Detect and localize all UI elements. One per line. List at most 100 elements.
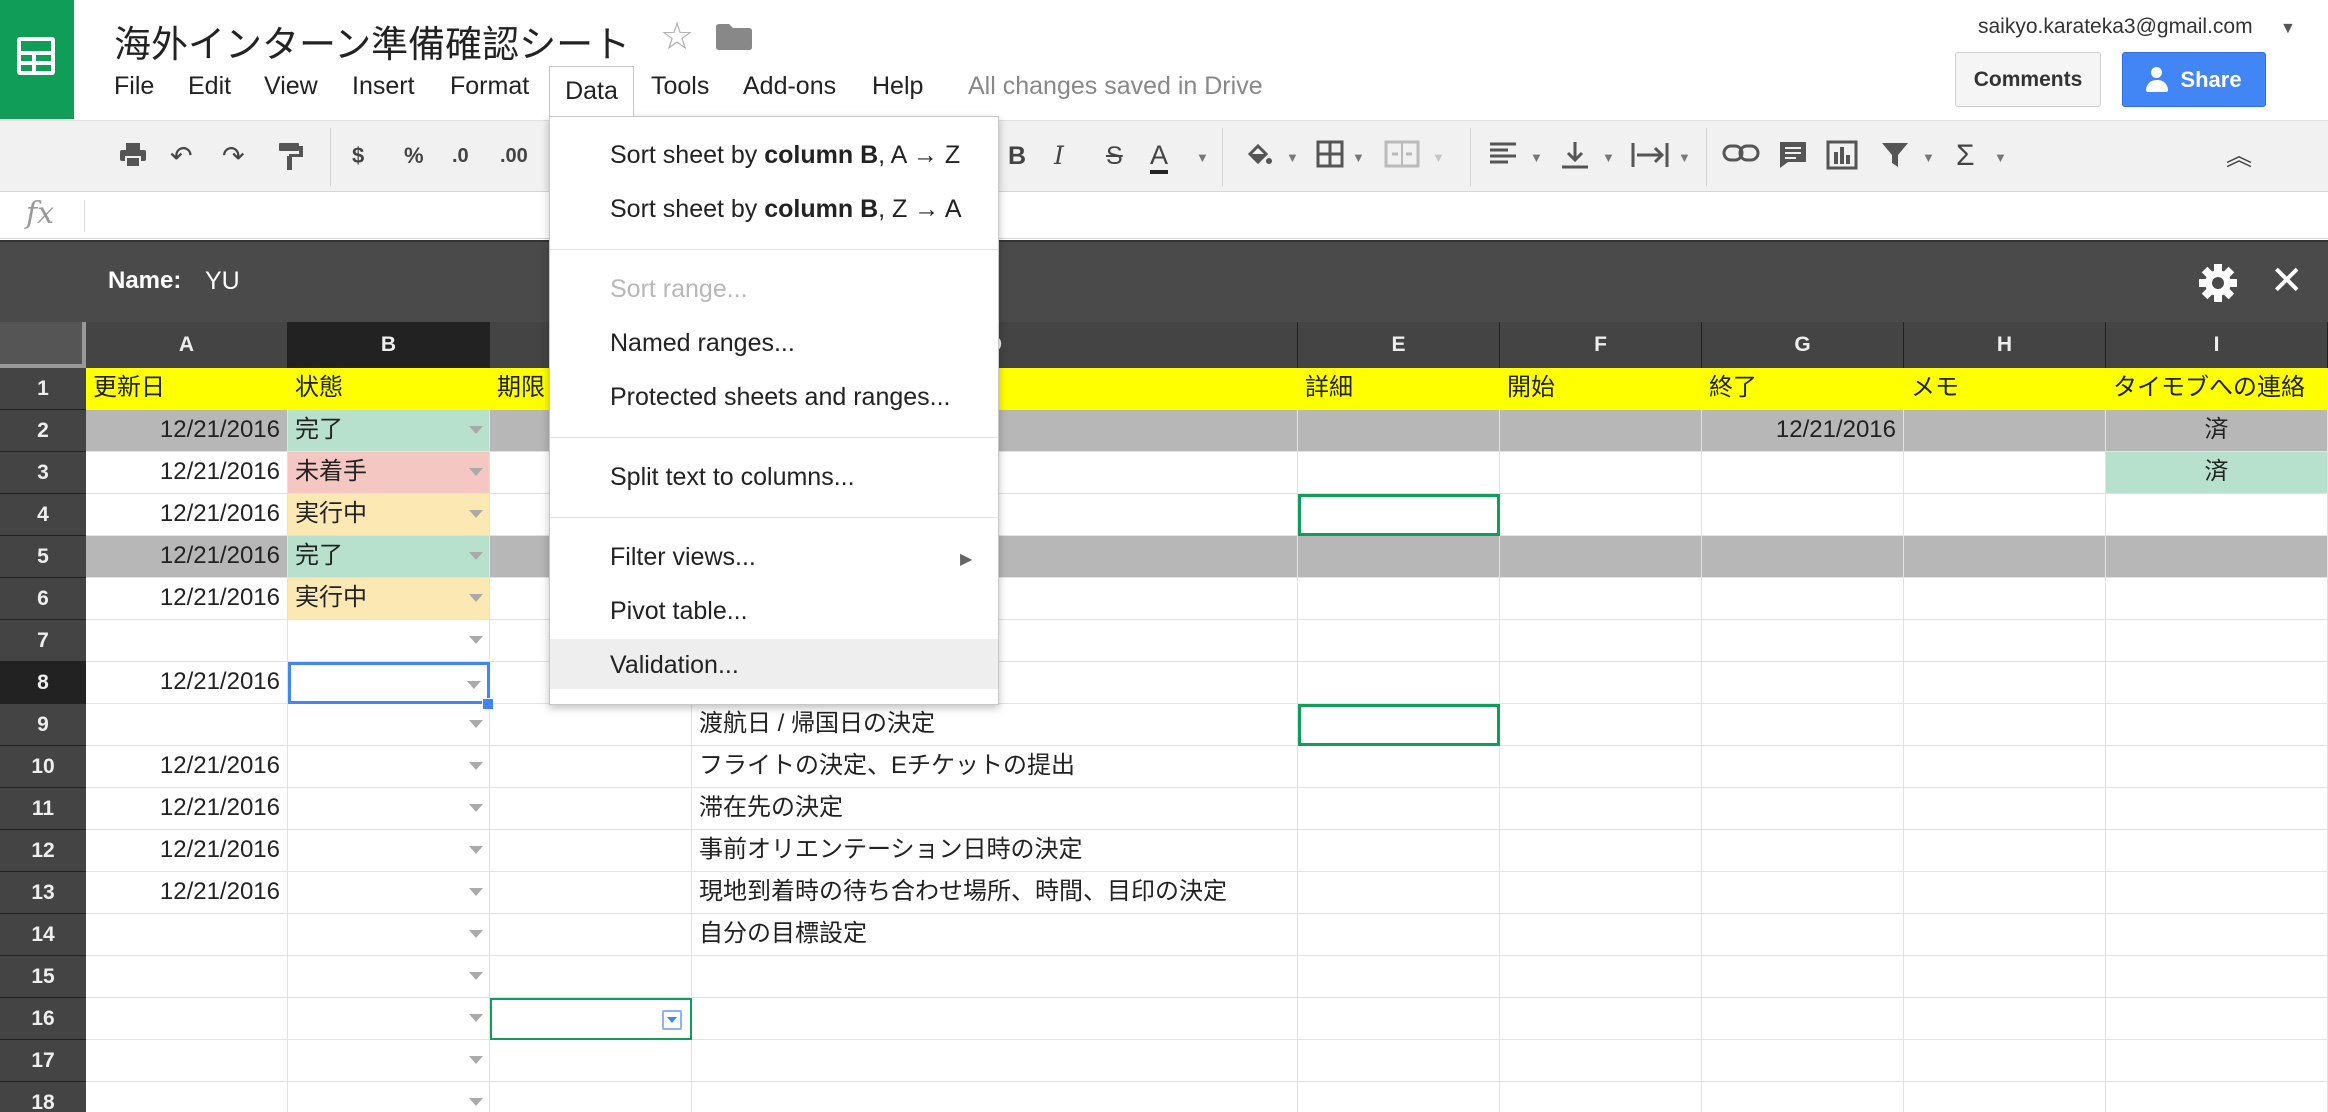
grid-cell[interactable] [1500,788,1702,830]
row-header[interactable]: 17 [0,1040,86,1082]
grid-cell[interactable] [1904,746,2106,788]
grid-cell[interactable] [490,914,692,956]
grid-cell[interactable] [1500,872,1702,914]
grid-cell[interactable] [2106,536,2328,578]
grid-cell[interactable] [490,872,692,914]
grid-cell[interactable] [288,1082,490,1112]
grid-cell[interactable] [288,662,490,704]
grid-cell[interactable] [86,998,288,1040]
gear-icon[interactable] [2198,263,2238,303]
decrease-decimal-button[interactable]: .0 [452,140,469,172]
row-header[interactable]: 12 [0,830,86,872]
grid-cell[interactable] [1702,578,1904,620]
grid-cell[interactable] [2106,620,2328,662]
grid-cell[interactable] [1500,578,1702,620]
account-dropdown-icon[interactable]: ▼ [2280,20,2296,38]
menu-insert[interactable]: Insert [352,72,415,101]
grid-cell[interactable] [1500,410,1702,452]
row-header[interactable]: 13 [0,872,86,914]
grid-cell[interactable] [1904,872,2106,914]
grid-cell[interactable] [1702,914,1904,956]
grid-cell[interactable] [2106,704,2328,746]
grid-cell[interactable] [1904,494,2106,536]
row-header[interactable]: 3 [0,452,86,494]
grid-cell[interactable] [1298,704,1500,746]
column-header-e[interactable]: E [1298,322,1500,368]
grid-cell[interactable] [1702,830,1904,872]
grid-cell[interactable] [86,1082,288,1112]
grid-cell[interactable] [1904,1082,2106,1112]
grid-cell[interactable] [1702,872,1904,914]
grid-cell[interactable] [1298,1082,1500,1112]
grid-cell[interactable] [1500,536,1702,578]
grid-cell[interactable] [1702,788,1904,830]
grid-cell[interactable] [692,956,1298,998]
menu-item-validation[interactable]: Validation... [610,651,739,680]
grid-cell[interactable]: フライトの決定、Eチケットの提出 [692,746,1298,788]
grid-cell[interactable] [2106,872,2328,914]
text-color-button[interactable]: A [1150,140,1169,174]
insert-comment-icon[interactable] [1778,140,1808,177]
grid-cell[interactable] [2106,956,2328,998]
grid-cell[interactable] [86,956,288,998]
select-all-corner[interactable] [0,322,86,368]
grid-cell[interactable] [1904,452,2106,494]
grid-cell[interactable] [2106,830,2328,872]
grid-cell[interactable]: 12/21/2016 [86,746,288,788]
grid-cell[interactable] [288,998,490,1040]
grid-cell[interactable] [2106,1082,2328,1112]
account-email[interactable]: saikyo.karateka3@gmail.com [1978,15,2253,39]
horizontal-align-dropdown-icon[interactable]: ▼ [1530,140,1543,174]
vertical-align-icon[interactable] [1560,140,1590,177]
folder-icon[interactable] [716,24,752,50]
grid-cell[interactable] [490,956,692,998]
validation-dropdown-icon[interactable] [469,972,483,980]
row-header[interactable]: 8 [0,662,86,704]
header-cell[interactable]: タイモブへの連絡 [2106,368,2328,410]
functions-dropdown-icon[interactable]: ▼ [1994,140,2007,174]
validation-dropdown-icon[interactable] [469,930,483,938]
validation-dropdown-icon[interactable] [469,510,483,518]
grid-cell[interactable] [1298,578,1500,620]
grid-cell[interactable] [1298,410,1500,452]
menu-item-pivot-table[interactable]: Pivot table... [610,597,748,626]
row-header[interactable]: 4 [0,494,86,536]
grid-cell[interactable]: 12/21/2016 [86,452,288,494]
menu-item-sort-a-z[interactable]: Sort sheet by column B, A → Z [610,141,960,170]
grid-cell[interactable] [2106,998,2328,1040]
validation-dropdown-icon[interactable] [469,804,483,812]
grid-cell[interactable]: 12/21/2016 [86,410,288,452]
menu-tools[interactable]: Tools [651,72,709,101]
menu-item-filter-views[interactable]: Filter views... [610,543,756,572]
grid-cell[interactable] [288,956,490,998]
menu-item-protected-sheets[interactable]: Protected sheets and ranges... [610,383,951,412]
grid-cell[interactable]: 12/21/2016 [86,872,288,914]
grid-cell[interactable]: 渡航日 / 帰国日の決定 [692,704,1298,746]
validation-dropdown-icon[interactable] [469,846,483,854]
column-header-h[interactable]: H [1904,322,2106,368]
spreadsheet-grid[interactable]: ABCDEFGHI 1 更新日 状態 期限 詳細 開始 終了 メモ タイモブへの連絡 2 12/21… [0,322,2328,1112]
share-button[interactable]: Share [2122,52,2266,107]
grid-cell[interactable] [1702,1082,1904,1112]
save-status[interactable]: All changes saved in Drive [968,72,1263,101]
row-header[interactable]: 9 [0,704,86,746]
grid-cell[interactable]: 事前オリエンテーション日時の決定 [692,830,1298,872]
comments-button[interactable]: Comments [1955,52,2101,107]
italic-button[interactable]: I [1054,140,1064,172]
grid-cell[interactable] [2106,914,2328,956]
grid-cell[interactable] [490,704,692,746]
named-range-value[interactable]: YU [205,267,240,296]
grid-cell[interactable] [1298,746,1500,788]
fill-color-dropdown-icon[interactable]: ▼ [1286,140,1299,174]
grid-cell[interactable] [1500,998,1702,1040]
grid-cell[interactable] [1702,998,1904,1040]
grid-cell[interactable] [2106,746,2328,788]
collapse-toolbar-icon[interactable]: ︽ [2226,140,2252,172]
grid-cell[interactable] [1298,1040,1500,1082]
grid-cell[interactable] [692,998,1298,1040]
grid-cell[interactable] [1904,662,2106,704]
grid-cell[interactable] [1500,452,1702,494]
row-header[interactable]: 11 [0,788,86,830]
grid-cell[interactable] [1500,1082,1702,1112]
menu-data[interactable]: Data [549,66,634,116]
